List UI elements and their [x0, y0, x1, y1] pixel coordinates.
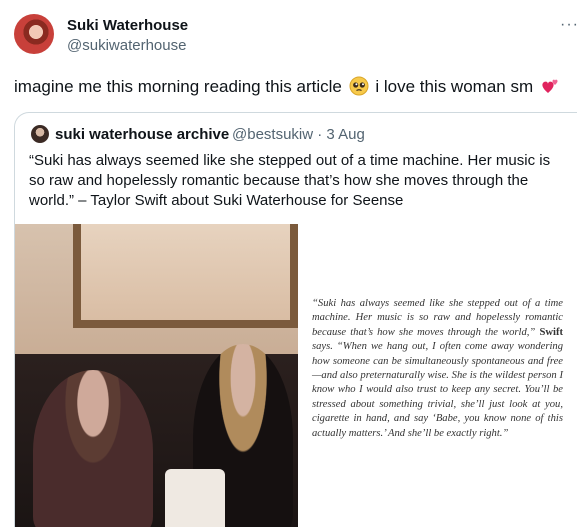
quoted-author-handle[interactable]: @bestsukiw · 3 Aug	[232, 126, 365, 143]
picture-frame	[73, 224, 298, 328]
article-text: “Suki has always seemed like she stepped…	[312, 297, 563, 441]
pillow	[165, 469, 225, 527]
author-handle[interactable]: @sukiwaterhouse	[67, 37, 186, 54]
quoted-photo[interactable]	[15, 224, 298, 527]
article-text-part1: “Suki has always seemed like she stepped…	[312, 298, 563, 338]
person-left	[33, 370, 153, 527]
two-hearts-icon	[542, 79, 558, 93]
more-icon[interactable]: ···	[560, 16, 577, 34]
tweet-text-tail: i love this woman sm	[375, 77, 534, 96]
quoted-tweet[interactable]: suki waterhouse archive @bestsukiw · 3 A…	[14, 112, 577, 527]
avatar[interactable]	[14, 14, 54, 54]
quoted-author-name[interactable]: suki waterhouse archive	[55, 126, 229, 143]
quoted-text: “Suki has always seemed like she stepped…	[29, 152, 551, 209]
article-page-image[interactable]: “Suki has always seemed like she stepped…	[298, 224, 577, 527]
tweet-text: imagine me this morning reading this art…	[14, 76, 562, 97]
tweet-text-main: imagine me this morning reading this art…	[14, 77, 342, 96]
tweet-header: Suki Waterhouse @sukiwaterhouse ···	[14, 14, 577, 60]
article-bold-name: Swift	[539, 326, 563, 338]
pleading-face-icon	[349, 76, 369, 96]
quoted-avatar[interactable]	[31, 125, 49, 143]
author-name[interactable]: Suki Waterhouse	[67, 17, 188, 34]
article-text-part2: says. “When we hang out, I often come aw…	[312, 341, 563, 439]
